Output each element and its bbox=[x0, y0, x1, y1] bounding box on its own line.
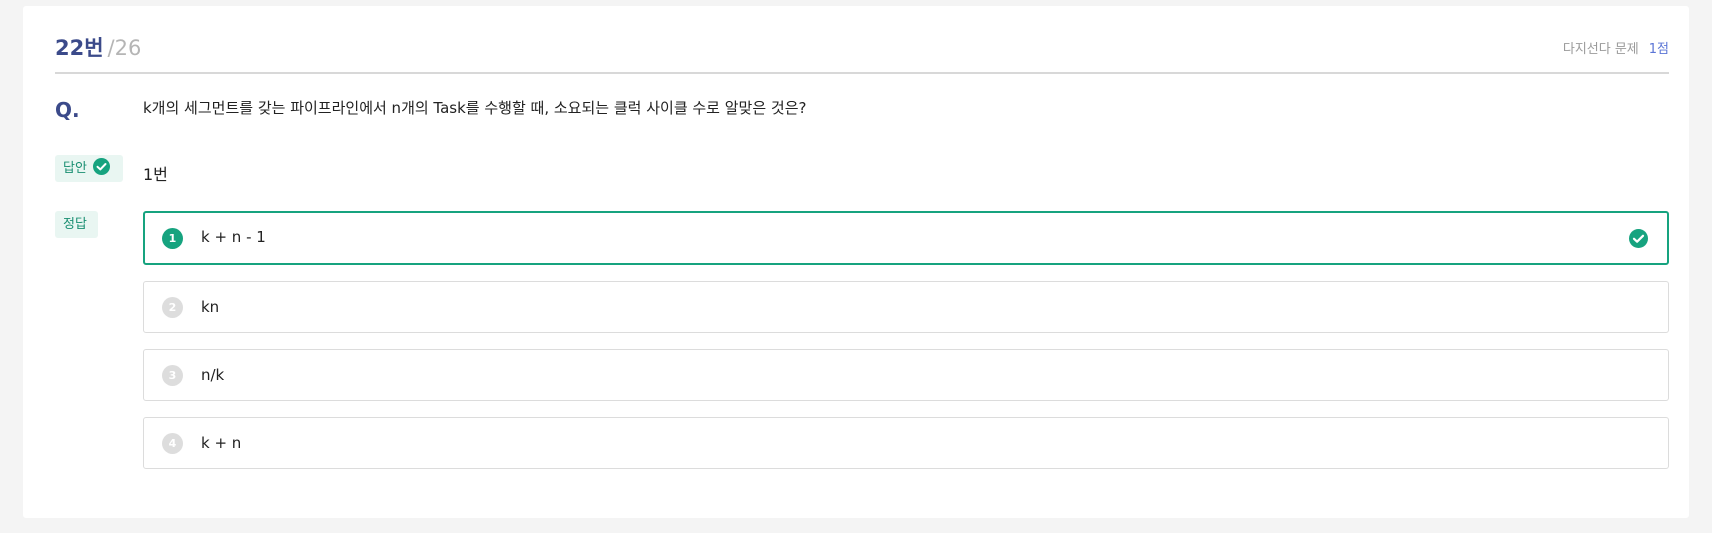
submitted-answer: 1번 bbox=[143, 165, 168, 184]
question-meta: 다지선다 문제 1점 bbox=[1563, 38, 1669, 57]
option-1[interactable]: 1 k + n - 1 bbox=[143, 211, 1669, 265]
question-header: 22번/26 다지선다 문제 1점 bbox=[55, 28, 1669, 74]
option-4[interactable]: 4 k + n bbox=[143, 417, 1669, 469]
correct-answer-tag: 정답 bbox=[55, 211, 98, 238]
question-text: k개의 세그먼트를 갖는 파이프라인에서 n개의 Task를 수행할 때, 소요… bbox=[143, 99, 807, 117]
question-label: Q. bbox=[55, 98, 80, 122]
question-card: 22번/26 다지선다 문제 1점 Q. k개의 세그먼트를 갖는 파이프라인에서… bbox=[23, 6, 1689, 518]
option-2[interactable]: 2 kn bbox=[143, 281, 1669, 333]
option-text: k + n bbox=[201, 434, 242, 452]
option-text: n/k bbox=[201, 366, 225, 384]
option-number-badge: 4 bbox=[162, 433, 183, 454]
question-points: 1점 bbox=[1648, 42, 1669, 57]
option-text: kn bbox=[201, 298, 220, 316]
answer-tag-label: 답안 bbox=[63, 161, 87, 176]
check-circle-icon bbox=[92, 158, 110, 175]
question-number-current: 22번 bbox=[55, 36, 104, 60]
check-circle-icon bbox=[1629, 229, 1648, 248]
option-number-badge: 3 bbox=[162, 365, 183, 386]
answer-tag: 답안 bbox=[55, 155, 123, 182]
options-list: 1 k + n - 1 2 kn 3 n/k 4 k + n bbox=[143, 211, 1669, 485]
option-number-badge: 1 bbox=[162, 228, 183, 249]
question-number: 22번/26 bbox=[55, 32, 141, 62]
option-3[interactable]: 3 n/k bbox=[143, 349, 1669, 401]
question-number-total: /26 bbox=[107, 36, 142, 60]
question-type: 다지선다 문제 bbox=[1562, 42, 1639, 57]
option-number-badge: 2 bbox=[162, 297, 183, 318]
option-text: k + n - 1 bbox=[201, 228, 266, 246]
